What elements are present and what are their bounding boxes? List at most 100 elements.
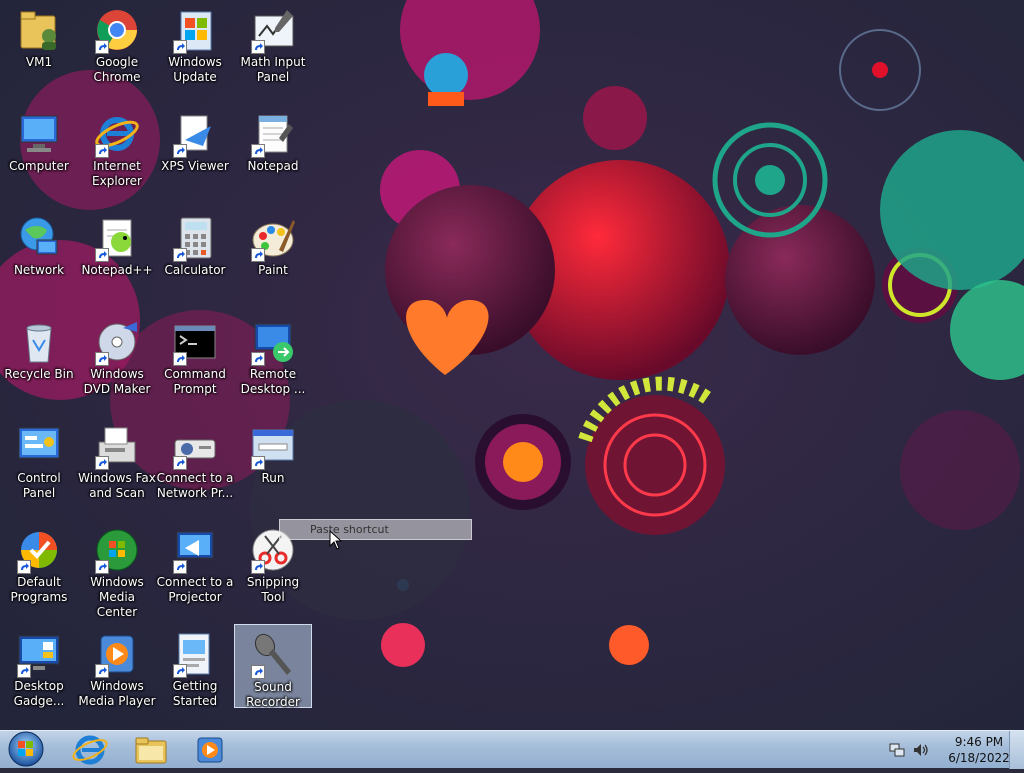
ie-icon — [72, 735, 108, 765]
shortcut-arrow-icon — [17, 560, 31, 574]
desktop-icon-controlpanel[interactable]: Control Panel — [0, 416, 78, 500]
taskbar-internet-explorer[interactable] — [64, 733, 116, 767]
windows-start-orb-icon — [8, 731, 44, 767]
desktop-icon-network[interactable]: Network — [0, 208, 78, 292]
command-prompt-icon — [171, 318, 219, 366]
desktop-icon-chrome[interactable]: Google Chrome — [78, 0, 156, 84]
desktop-icon-label: Computer — [9, 159, 69, 173]
calculator-icon — [171, 214, 219, 262]
desktop-icon-label: Windows Media Player — [78, 679, 156, 708]
shortcut-arrow-icon — [251, 456, 265, 470]
shortcut-arrow-icon — [95, 456, 109, 470]
shortcut-arrow-icon — [251, 560, 265, 574]
shortcut-arrow-icon — [251, 248, 265, 262]
mouse-cursor-icon — [329, 530, 343, 550]
desktop-icon-soundrec[interactable]: Sound Recorder — [234, 624, 312, 709]
taskbar: 9:46 PM 6/18/2022 — [0, 729, 1024, 769]
shortcut-arrow-icon — [173, 560, 187, 574]
desktop-icon-label: XPS Viewer — [161, 159, 229, 173]
desktop-icon-label: Internet Explorer — [92, 159, 142, 188]
show-desktop-button[interactable] — [1009, 731, 1024, 769]
desktop-icon-xps[interactable]: XPS Viewer — [156, 104, 234, 188]
desktop-icon-label: Desktop Gadge... — [13, 679, 65, 708]
desktop-icon-notepadpp[interactable]: Notepad++ — [78, 208, 156, 292]
network-projector-icon — [171, 422, 219, 470]
chrome-icon — [93, 6, 141, 54]
desktop-gadgets-icon — [15, 630, 63, 678]
desktop-icon-label: Google Chrome — [93, 55, 141, 84]
desktop-icon-label: Connect to a Network Pr... — [156, 471, 234, 500]
desktop-icon-netprojector[interactable]: Connect to a Network Pr... — [156, 416, 234, 500]
shortcut-arrow-icon — [95, 560, 109, 574]
desktop-icon-mediaplayer[interactable]: Windows Media Player — [78, 624, 156, 708]
desktop-icon-winupdate[interactable]: Windows Update — [156, 0, 234, 84]
desktop-icon-cmd[interactable]: Command Prompt — [156, 312, 234, 396]
notepad-plus-icon — [93, 214, 141, 262]
desktop-icon-mediacenter[interactable]: Windows Media Center — [78, 520, 156, 619]
desktop-icon-projector[interactable]: Connect to a Projector — [156, 520, 234, 604]
desktop-icon-notepad[interactable]: Notepad — [234, 104, 312, 188]
start-button[interactable] — [5, 729, 47, 769]
ie-icon — [93, 110, 141, 158]
taskbar-windows-media-player[interactable] — [184, 733, 236, 767]
clock[interactable]: 9:46 PM 6/18/2022 — [944, 734, 1014, 766]
desktop-icon-faxscan[interactable]: Windows Fax and Scan — [78, 416, 156, 500]
desktop-icon-run[interactable]: Run — [234, 416, 312, 500]
network-icon — [15, 214, 63, 262]
shortcut-arrow-icon — [251, 144, 265, 158]
shortcut-arrow-icon — [173, 40, 187, 54]
shortcut-arrow-icon — [173, 352, 187, 366]
desktop-icon-label: Windows Fax and Scan — [78, 471, 156, 500]
system-tray: 9:46 PM 6/18/2022 — [888, 731, 1014, 769]
network-tray-icon[interactable] — [888, 741, 906, 759]
media-player-icon — [197, 737, 223, 763]
desktop-icon-calculator[interactable]: Calculator — [156, 208, 234, 292]
desktop-icon-defaultprog[interactable]: Default Programs — [0, 520, 78, 604]
shortcut-arrow-icon — [95, 40, 109, 54]
shortcut-arrow-icon — [251, 352, 265, 366]
folder-explorer-icon — [135, 737, 167, 764]
desktop-icon-label: Run — [261, 471, 285, 485]
shortcut-arrow-icon — [95, 144, 109, 158]
desktop-icon-label: Network — [13, 263, 65, 277]
xps-viewer-icon — [171, 110, 219, 158]
run-icon — [249, 422, 297, 470]
desktop-icon-gettingstarted[interactable]: Getting Started — [156, 624, 234, 708]
desktop-icon-paint[interactable]: Paint — [234, 208, 312, 292]
desktop: VM1 Google Chrome Windows Update Math Input… — [0, 0, 1024, 730]
desktop-icon-mathinput[interactable]: Math Input Panel — [234, 0, 312, 84]
taskbar-windows-explorer[interactable] — [124, 733, 176, 767]
desktop-icon-computer[interactable]: Computer — [0, 104, 78, 188]
shortcut-arrow-icon — [17, 664, 31, 678]
clock-date: 6/18/2022 — [948, 751, 1010, 765]
desktop-icon-label: Command Prompt — [164, 367, 226, 396]
desktop-icon-label: Math Input Panel — [240, 55, 306, 84]
shortcut-arrow-icon — [251, 40, 265, 54]
desktop-icon-label: Notepad — [247, 159, 299, 173]
shortcut-arrow-icon — [95, 664, 109, 678]
media-center-icon — [93, 526, 141, 574]
desktop-icon-label: Getting Started — [172, 679, 218, 708]
desktop-icon-vm1[interactable]: VM1 — [0, 0, 78, 84]
control-panel-icon — [15, 422, 63, 470]
desktop-icon-dvdmaker[interactable]: Windows DVD Maker — [78, 312, 156, 396]
fax-scan-icon — [93, 422, 141, 470]
desktop-icon-label: Calculator — [164, 263, 226, 277]
default-programs-icon — [15, 526, 63, 574]
paint-icon — [249, 214, 297, 262]
desktop-icon-label: Windows Media Center — [90, 575, 144, 619]
volume-icon[interactable] — [912, 741, 930, 759]
media-player-icon — [93, 630, 141, 678]
desktop-icon-label: Control Panel — [17, 471, 61, 500]
desktop-icon-label: Recycle Bin — [4, 367, 74, 381]
desktop-icon-rdp[interactable]: Remote Desktop ... — [234, 312, 312, 396]
desktop-icon-ie[interactable]: Internet Explorer — [78, 104, 156, 188]
shortcut-arrow-icon — [95, 352, 109, 366]
paste-shortcut-tooltip: Paste shortcut — [279, 519, 472, 540]
desktop-icon-gadgets[interactable]: Desktop Gadge... — [0, 624, 78, 708]
desktop-icon-label: Snipping Tool — [246, 575, 300, 604]
folder-user-icon — [15, 6, 63, 54]
desktop-icon-label: Connect to a Projector — [156, 575, 234, 604]
math-input-icon — [249, 6, 297, 54]
desktop-icon-recycle[interactable]: Recycle Bin — [0, 312, 78, 396]
